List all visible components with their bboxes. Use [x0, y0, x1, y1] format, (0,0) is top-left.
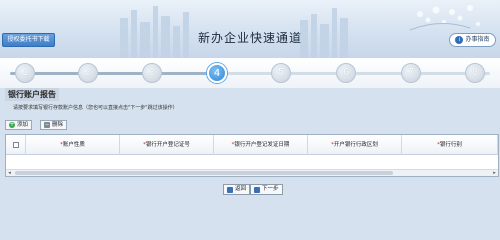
step-6: 6 [336, 63, 356, 83]
next-icon [254, 186, 260, 193]
step-7: 7 [401, 63, 421, 83]
select-all-checkbox[interactable] [13, 142, 19, 148]
table-header: *账户性质 *银行开户登记证号 *银行开户登记发证日期 *开户银行行政区划 *银… [6, 135, 498, 155]
column-header-bank-type[interactable]: *银行行别 [402, 135, 498, 155]
step-progress: 1 2 3 4 5 6 7 8 [0, 58, 500, 88]
guide-button[interactable]: i 办事指南 [449, 33, 496, 47]
step-2: 2 [78, 63, 98, 83]
step-4-current: 4 [207, 63, 227, 83]
scroll-left-icon[interactable]: ◂ [6, 170, 13, 176]
guide-button-label: 办事指南 [465, 36, 490, 43]
page-title: 新办企业快速通道 [197, 31, 302, 45]
column-header-label: 银行行别 [439, 142, 462, 148]
column-header-account-type[interactable]: *账户性质 [26, 135, 120, 155]
column-header-registration-number[interactable]: *银行开户登记证号 [120, 135, 214, 155]
section-title: 银行账户报告 [5, 88, 59, 101]
delete-icon: − [44, 122, 50, 128]
next-step-button[interactable]: 下一步 [250, 184, 283, 195]
scrollbar-thumb[interactable] [15, 171, 393, 175]
column-header-label: 开户银行行政区划 [333, 142, 378, 148]
column-header-label: 账户性质 [62, 142, 85, 148]
column-header-label: 银行开户登记发证日期 [234, 142, 290, 148]
add-button-label: 添加 [17, 122, 29, 128]
add-button[interactable]: + 添加 [5, 120, 33, 130]
back-button-label: 返回 [235, 186, 247, 192]
delete-button[interactable]: − 删除 [40, 120, 68, 130]
step-1: 1 [15, 63, 35, 83]
header-banner: 新办企业快速通道 授权委托书下载 i 办事指南 [0, 0, 500, 58]
next-button-label: 下一步 [262, 186, 279, 192]
back-icon [227, 186, 233, 193]
column-header-issue-date[interactable]: *银行开户登记发证日期 [214, 135, 308, 155]
step-8: 8 [465, 63, 485, 83]
step-3: 3 [142, 63, 162, 83]
step-track-completed [10, 72, 218, 75]
column-header-bank-region[interactable]: *开户银行行政区划 [308, 135, 402, 155]
step-5: 5 [271, 63, 291, 83]
scroll-right-icon[interactable]: ▸ [491, 170, 498, 176]
instruction-text: 请按要求填写银行存款账户信息（您也可以直接点击"下一步"跳过该操作） [13, 105, 178, 111]
column-header-label: 银行开户登记证号 [145, 142, 190, 148]
delete-button-label: 删除 [52, 122, 64, 128]
info-icon: i [455, 36, 464, 44]
select-all-cell [6, 135, 26, 155]
add-icon: + [9, 121, 15, 128]
authorization-download-button[interactable]: 授权委托书下载 [2, 33, 55, 47]
back-button[interactable]: 返回 [223, 184, 251, 195]
bank-account-table: *账户性质 *银行开户登记证号 *银行开户登记发证日期 *开户银行行政区划 *银… [5, 134, 499, 177]
horizontal-scrollbar[interactable]: ◂ ▸ [6, 169, 498, 176]
